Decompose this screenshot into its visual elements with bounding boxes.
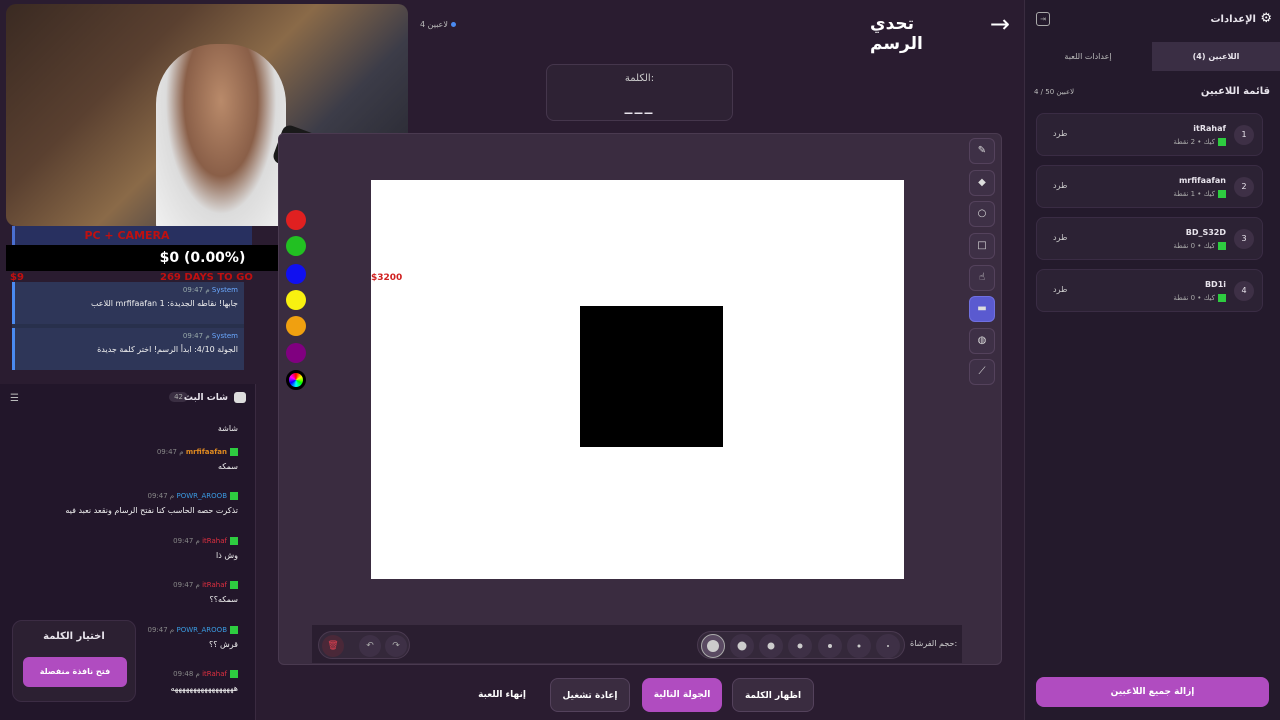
trash-icon[interactable]: 🗑: [322, 635, 344, 657]
word-label: الكلمة:: [624, 73, 655, 84]
brush-size-option[interactable]: [759, 634, 783, 658]
kick-icon: [230, 626, 238, 634]
kick-button[interactable]: طرد: [1053, 233, 1067, 242]
player-name: itRahaf: [1193, 124, 1226, 133]
tab-game-settings[interactable]: إعدادات اللعبة: [1024, 42, 1152, 71]
kick-icon: [1218, 294, 1226, 302]
list-item: شاشة: [217, 424, 238, 433]
online-dot-icon: [450, 22, 456, 27]
undo-icon[interactable]: ↶: [359, 635, 381, 657]
system-sender: System: [211, 332, 238, 340]
collapse-icon[interactable]: ⇥: [1036, 12, 1050, 26]
end-game-button[interactable]: إنهاء اللعبة: [464, 678, 540, 712]
list-item: 09:47 م POWR_AROOB تذكرت حصه الحاسب كنا …: [65, 492, 238, 515]
list-item: 09:47 م itRahaf وش ذا: [173, 537, 238, 560]
settings-panel: [1024, 0, 1280, 720]
color-green[interactable]: [286, 236, 306, 256]
arrow-right-icon[interactable]: →: [990, 10, 1010, 38]
player-card: 1 itRahaf كيك • 2 نقطة طرد: [1036, 113, 1263, 156]
players-list-title: قائمة اللاعبين: [1200, 86, 1270, 97]
brush-size-selector: [697, 631, 905, 659]
system-message: 09:47 م System الجولة 4/10: ابدأ الرسم! …: [12, 328, 244, 370]
price-label: $3200: [371, 273, 403, 283]
list-item: 09:47 م mrfifaafan سمكه: [156, 448, 238, 471]
restart-button[interactable]: إعادة تشغيل: [550, 678, 630, 712]
page-title: تحدي الرسم: [870, 14, 923, 54]
fill-icon[interactable]: ◍: [969, 328, 995, 354]
gear-icon: ⚙: [1260, 11, 1272, 26]
eraser-icon[interactable]: ◆: [969, 170, 995, 196]
tool-bar: ✎ ◆ ○ □ ☝ ▬ ◍ ⟋: [967, 138, 997, 388]
history-controls: 🗑 ↶ ↷: [318, 631, 410, 659]
brush-size-option[interactable]: [847, 634, 871, 658]
kick-icon: [230, 492, 238, 500]
kick-icon: [230, 537, 238, 545]
page-title-bar: تحدي الرسم →: [870, 10, 1010, 54]
color-picker-icon[interactable]: [286, 370, 306, 390]
kick-icon: [1218, 138, 1226, 146]
word-card: الكلمة: ___: [546, 64, 733, 121]
pencil-icon[interactable]: ✎: [969, 138, 995, 164]
player-name: BD1i: [1204, 280, 1226, 289]
kick-icon: [230, 448, 238, 456]
kick-icon: [230, 581, 238, 589]
reveal-word-button[interactable]: اظهار الكلمة: [732, 678, 814, 712]
chat-header: ☰ 42 شات البث: [0, 388, 256, 410]
streamer-figure: [156, 44, 286, 226]
chat-icon: [234, 392, 246, 403]
settings-title: الإعدادات: [1210, 14, 1256, 25]
color-purple[interactable]: [286, 343, 306, 363]
filled-rect-icon[interactable]: ▬: [969, 296, 995, 322]
tab-players[interactable]: اللاعبين (4): [1152, 42, 1280, 71]
open-window-button[interactable]: فتح نافذة منفصلة: [23, 657, 127, 687]
line-icon[interactable]: ⟋: [969, 359, 995, 385]
hand-icon[interactable]: ☝: [969, 265, 995, 291]
brush-size-option[interactable]: [818, 634, 842, 658]
settings-tabs: اللاعبين (4) إعدادات اللعبة: [1024, 42, 1280, 71]
system-messages: 09:47 م System اللاعب mrfifaafan جابها! …: [12, 282, 244, 370]
players-list-count: 4 / 50 لاعبين: [1034, 88, 1075, 96]
system-sender: System: [211, 286, 238, 294]
kick-button[interactable]: طرد: [1053, 129, 1067, 138]
system-message: 09:47 م System اللاعب mrfifaafan جابها! …: [12, 282, 244, 324]
kick-icon: [1218, 242, 1226, 250]
color-yellow[interactable]: [286, 290, 306, 310]
color-palette: [282, 210, 310, 410]
brush-size-option[interactable]: [788, 634, 812, 658]
player-name: mrfifaafan: [1178, 176, 1226, 185]
player-card: 4 BD1i كيك • 0 نقطة طرد: [1036, 269, 1263, 312]
ticker-text: PC + CAMERA: [84, 229, 170, 242]
color-blue[interactable]: [286, 264, 306, 284]
players-count: 4 لاعبين: [420, 20, 456, 29]
brush-size-label: حجم الفرشاة:: [910, 639, 958, 648]
settings-header: ⇥ الإعدادات ⚙: [1024, 6, 1280, 36]
chat-title: شات البث: [183, 393, 228, 403]
brush-size-option[interactable]: [730, 634, 754, 658]
circle-icon[interactable]: ○: [969, 201, 995, 227]
list-item: 09:47 م itRahaf سمكه؟؟: [173, 581, 238, 604]
kick-button[interactable]: طرد: [1053, 285, 1067, 294]
brush-size-option[interactable]: [701, 634, 725, 658]
remove-all-players-button[interactable]: إزالة جميع اللاعبين: [1036, 677, 1269, 707]
player-card: 2 mrfifaafan كيك • 1 نقطة طرد: [1036, 165, 1263, 208]
player-name: BD_S32D: [1185, 228, 1226, 237]
kick-icon: [230, 670, 238, 678]
square-icon[interactable]: □: [969, 233, 995, 259]
next-round-button[interactable]: الجولة التالية: [642, 678, 722, 712]
word-blanks: ___: [624, 95, 655, 114]
color-red[interactable]: [286, 210, 306, 230]
kick-icon: [1218, 190, 1226, 198]
color-orange[interactable]: [286, 316, 306, 336]
menu-icon[interactable]: ☰: [10, 393, 19, 404]
brush-size-option[interactable]: [876, 634, 900, 658]
word-choice-box: اختيار الكلمة فتح نافذة منفصلة: [12, 620, 136, 702]
kick-button[interactable]: طرد: [1053, 181, 1067, 190]
drawn-square: [580, 306, 723, 447]
word-choice-title: اختيار الكلمة: [43, 631, 105, 642]
redo-icon[interactable]: ↷: [385, 635, 407, 657]
players-list-header: قائمة اللاعبين 4 / 50 لاعبين: [1034, 86, 1270, 100]
player-card: 3 BD_S32D كيك • 0 نقطة طرد: [1036, 217, 1263, 260]
